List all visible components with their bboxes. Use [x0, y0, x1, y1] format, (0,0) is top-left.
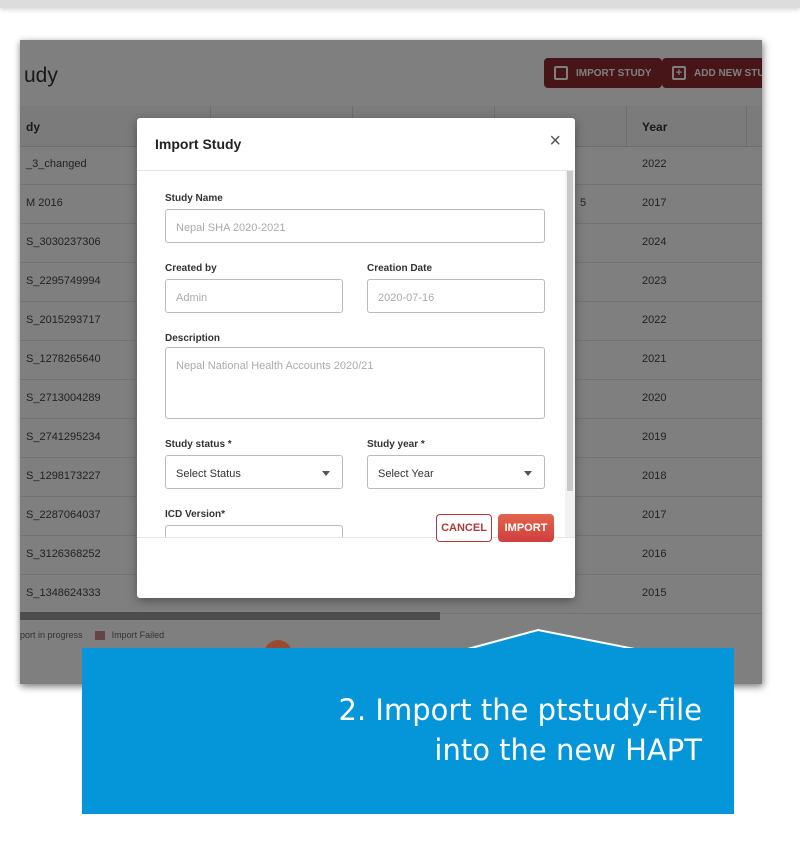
callout-line-2: into the new HAPT	[434, 733, 702, 767]
creation-date-label: Creation Date	[367, 263, 433, 274]
description-textarea[interactable]: Nepal National Health Accounts 2020/21	[165, 347, 545, 419]
study-name-label: Study Name	[165, 193, 223, 204]
screenshot-frame: udy IMPORT STUDY + ADD NEW STU dy Year _…	[20, 40, 762, 684]
scrollbar-thumb[interactable]	[567, 171, 573, 491]
icd-version-select[interactable]	[165, 525, 343, 537]
close-icon[interactable]: ×	[549, 130, 561, 153]
study-year-value: Select Year	[378, 468, 434, 480]
callout-line-1: 2. Import the ptstudy-file	[338, 693, 703, 727]
dialog-form: Study Name Nepal SHA 2020-2021 Created b…	[137, 170, 575, 538]
study-name-input[interactable]: Nepal SHA 2020-2021	[165, 209, 545, 243]
chevron-down-icon	[524, 471, 532, 476]
icd-version-label: ICD Version*	[165, 509, 226, 520]
dialog-scrollbar[interactable]	[565, 171, 575, 537]
study-status-label: Study status *	[165, 439, 232, 450]
study-status-value: Select Status	[176, 468, 241, 480]
instruction-callout: 2. Import the ptstudy-file into the new …	[82, 648, 734, 814]
import-button[interactable]: IMPORT	[498, 514, 554, 542]
description-label: Description	[165, 333, 221, 344]
top-border	[0, 0, 800, 8]
study-status-select[interactable]: Select Status	[165, 455, 343, 489]
creation-date-input[interactable]: 2020-07-16	[367, 279, 545, 313]
callout-text: 2. Import the ptstudy-file into the new …	[102, 690, 703, 770]
study-year-select[interactable]: Select Year	[367, 455, 545, 489]
chevron-down-icon	[322, 471, 330, 476]
created-by-input[interactable]: Admin	[165, 279, 343, 313]
study-year-label: Study year *	[367, 439, 425, 450]
cancel-button[interactable]: CANCEL	[436, 514, 492, 542]
created-by-label: Created by	[165, 263, 217, 274]
dialog-title: Import Study	[155, 136, 242, 152]
